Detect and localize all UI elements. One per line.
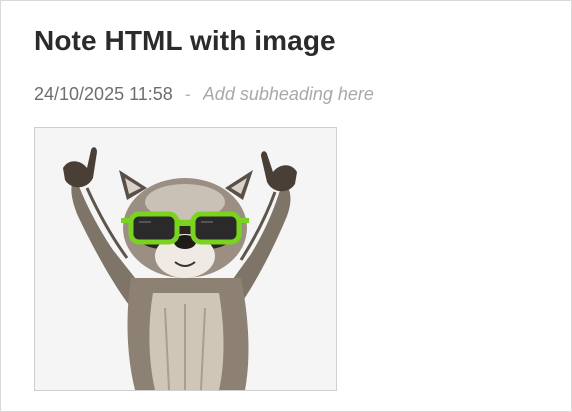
note-image[interactable] (34, 127, 337, 391)
note-meta: 24/10/2025 11:58 - (34, 83, 423, 105)
note-editor: Note HTML with image 24/10/2025 11:58 - (0, 0, 572, 412)
note-timestamp: 24/10/2025 11:58 (34, 84, 173, 104)
meta-separator: - (184, 84, 191, 104)
subheading-input[interactable] (202, 83, 423, 105)
raccoon-image (35, 128, 336, 390)
note-title[interactable]: Note HTML with image (34, 23, 336, 59)
